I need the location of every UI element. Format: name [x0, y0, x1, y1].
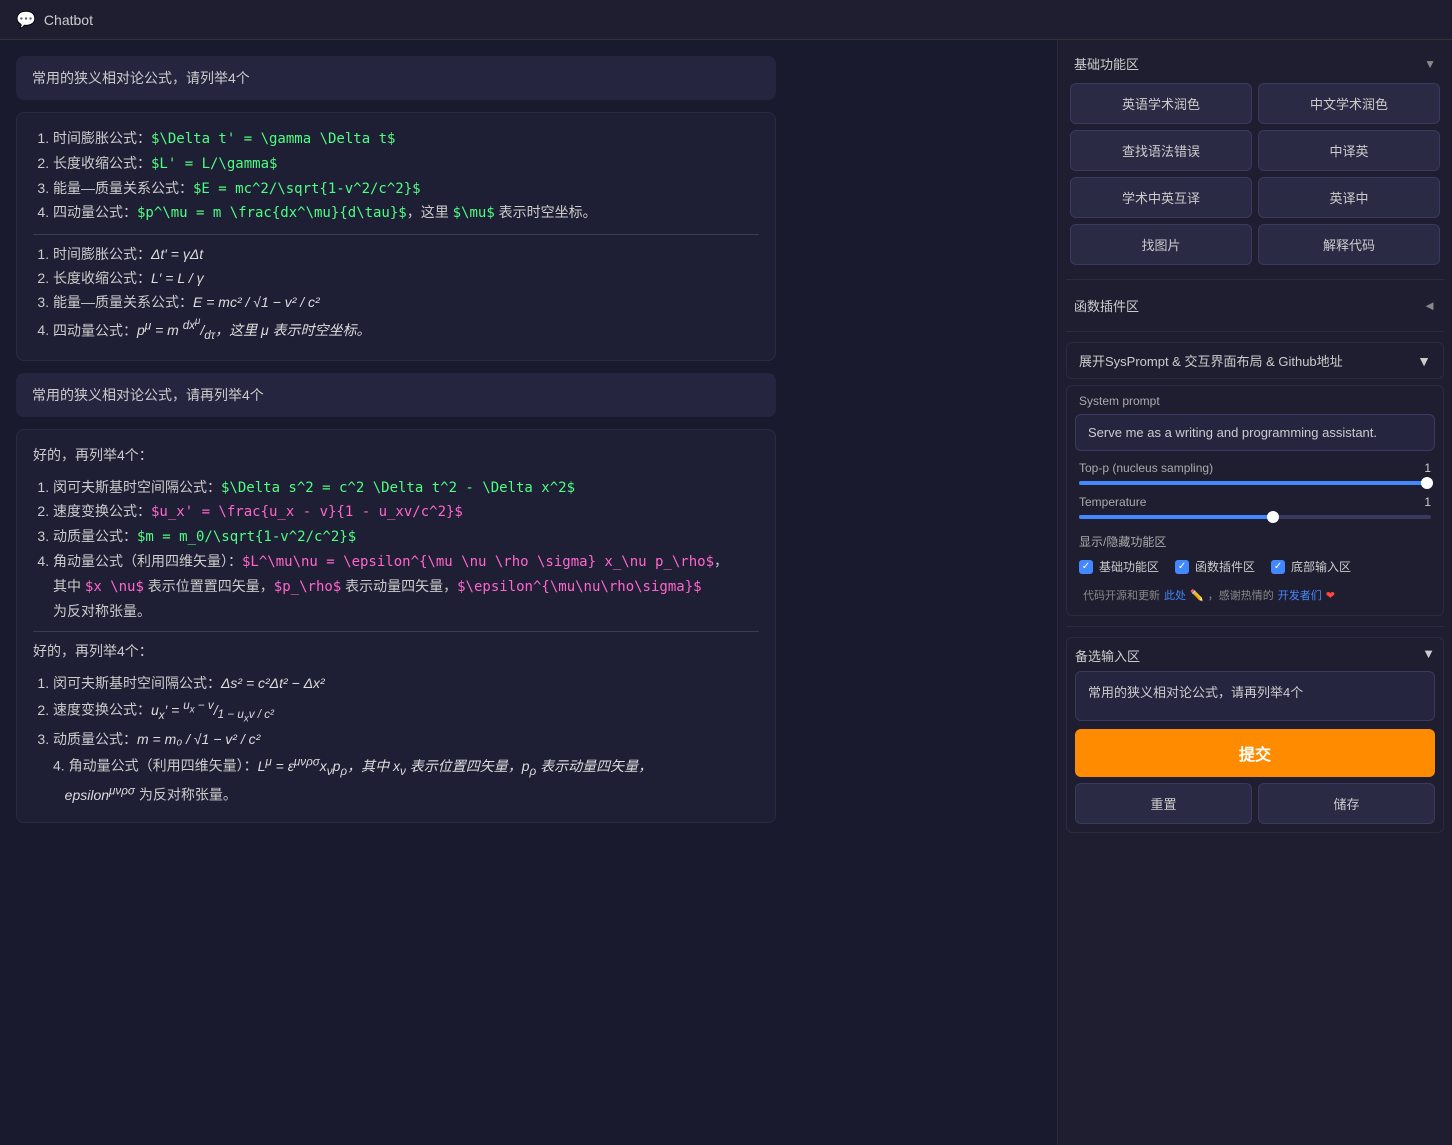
- developers-link[interactable]: 开发者们: [1278, 587, 1322, 603]
- list-item: 速度变换公式：ux′ = ux − v/1 − uxv / c²: [53, 696, 759, 728]
- visibility-label: 显示/隐藏功能区: [1079, 533, 1431, 550]
- basic-func-grid: 英语学术润色 中文学术润色 查找语法错误 中译英 学术中英互译 英译中 找图片 …: [1066, 79, 1444, 269]
- btn-grammar[interactable]: 查找语法错误: [1070, 130, 1252, 171]
- list-item: 长度收缩公式：$L' = L/\gamma$: [53, 152, 759, 177]
- btn-en-to-cn[interactable]: 英译中: [1258, 177, 1440, 218]
- list-item: 长度收缩公式：L′ = L / γ: [53, 267, 759, 291]
- checkbox-bottom-box[interactable]: ✓: [1271, 560, 1285, 574]
- list-item: 四动量公式：$p^\mu = m \frac{dx^\mu}{d\tau}$，这…: [53, 201, 759, 226]
- sysprompt-label: System prompt: [1075, 394, 1435, 408]
- assistant-message-2: 好的，再列举4个： 闵可夫斯基时空间隔公式：$\Delta s^2 = c^2 …: [16, 429, 776, 823]
- list-item: 闵可夫斯基时空间隔公式：$\Delta s^2 = c^2 \Delta t^2…: [53, 476, 759, 501]
- list-item: 4. 角动量公式（利用四维矢量）：Lμ = εμνρσxνpρ，其中 xν 表示…: [33, 752, 759, 808]
- list-item: 能量—质量关系公式：E = mc² / √1 − v² / c²: [53, 291, 759, 315]
- sysprompt-value[interactable]: Serve me as a writing and programming as…: [1075, 414, 1435, 451]
- plugin-arrow: ◄: [1423, 298, 1436, 313]
- temperature-row: Temperature 1: [1075, 495, 1435, 509]
- checkbox-bottom[interactable]: ✓ 底部输入区: [1271, 558, 1351, 575]
- basic-func-section: 基础功能区 ▼ 英语学术润色 中文学术润色 查找语法错误 中译英 学术中英互译 …: [1066, 48, 1444, 269]
- list-item: 能量—质量关系公式：$E = mc^2/\sqrt{1-v^2/c^2}$: [53, 177, 759, 202]
- source-link[interactable]: 此处: [1164, 587, 1186, 603]
- list-item: 角动量公式（利用四维矢量）：$L^\mu\nu = \epsilon^{\mu …: [53, 550, 759, 623]
- checkbox-basic-box[interactable]: ✓: [1079, 560, 1093, 574]
- top-p-row: Top-p (nucleus sampling) 1: [1075, 461, 1435, 475]
- alt-input-header[interactable]: 备选输入区 ▼: [1075, 646, 1435, 665]
- alt-input-section: 备选输入区 ▼ 常用的狭义相对论公式，请再列举4个 提交 重置 储存: [1066, 637, 1444, 833]
- btn-cn-to-en[interactable]: 中译英: [1258, 130, 1440, 171]
- temperature-slider[interactable]: [1075, 515, 1435, 519]
- checkbox-row: ✓ 基础功能区 ✓ 函数插件区 ✓ 底部输入区: [1079, 558, 1431, 575]
- chat-area[interactable]: 常用的狭义相对论公式，请列举4个 时间膨胀公式：$\Delta t' = \ga…: [0, 40, 1057, 1145]
- chatbot-icon: 💬: [16, 10, 36, 30]
- heart-icon: ❤: [1326, 589, 1335, 602]
- assistant-message-1: 时间膨胀公式：$\Delta t' = \gamma \Delta t$ 长度收…: [16, 112, 776, 361]
- list-item: 时间膨胀公式：Δt′ = γΔt: [53, 243, 759, 267]
- checkbox-plugin-box[interactable]: ✓: [1175, 560, 1189, 574]
- sidebar: 基础功能区 ▼ 英语学术润色 中文学术润色 查找语法错误 中译英 学术中英互译 …: [1057, 40, 1452, 1145]
- checkbox-plugin[interactable]: ✓ 函数插件区: [1175, 558, 1255, 575]
- checkbox-basic[interactable]: ✓ 基础功能区: [1079, 558, 1159, 575]
- top-p-value: 1: [1411, 461, 1431, 475]
- list-item: 四动量公式：pμ = m dxμ/dτ，这里 μ 表示时空坐标。: [53, 315, 759, 346]
- submit-button[interactable]: 提交: [1075, 729, 1435, 777]
- sysprompt-section: System prompt Serve me as a writing and …: [1066, 385, 1444, 616]
- user-message-1: 常用的狭义相对论公式，请列举4个: [16, 56, 776, 100]
- top-p-label: Top-p (nucleus sampling): [1079, 461, 1213, 475]
- list-item: 闵可夫斯基时空间隔公式：Δs² = c²Δt² − Δx²: [53, 672, 759, 696]
- basic-func-header[interactable]: 基础功能区 ▼: [1066, 48, 1444, 79]
- top-p-slider[interactable]: [1075, 481, 1435, 485]
- plugin-section[interactable]: 函数插件区 ◄: [1066, 290, 1444, 321]
- reset-button[interactable]: 重置: [1075, 783, 1252, 824]
- temperature-value: 1: [1411, 495, 1431, 509]
- list-item: 动质量公式：m = m₀ / √1 − v² / c²: [53, 728, 759, 752]
- btn-academic-translate[interactable]: 学术中英互译: [1070, 177, 1252, 218]
- btn-cn-academic[interactable]: 中文学术润色: [1258, 83, 1440, 124]
- temperature-label: Temperature: [1079, 495, 1146, 509]
- user-message-2: 常用的狭义相对论公式，请再列举4个: [16, 373, 776, 417]
- list-item: 动质量公式：$m = m_0/\sqrt{1-v^2/c^2}$: [53, 525, 759, 550]
- bottom-buttons: 重置 储存: [1075, 783, 1435, 824]
- btn-explain-code[interactable]: 解释代码: [1258, 224, 1440, 265]
- list-item: 时间膨胀公式：$\Delta t' = \gamma \Delta t$: [53, 127, 759, 152]
- visibility-section: 显示/隐藏功能区 ✓ 基础功能区 ✓ 函数插件区 ✓ 底部输入区: [1075, 529, 1435, 583]
- app-title: Chatbot: [44, 12, 93, 28]
- btn-en-academic[interactable]: 英语学术润色: [1070, 83, 1252, 124]
- footer-links: 代码开源和更新 此处 ✏️ ，感谢热情的 开发者们 ❤: [1075, 583, 1435, 607]
- expand-sysprompt-header[interactable]: 展开SysPrompt & 交互界面布局 & Github地址 ▼: [1066, 342, 1444, 379]
- store-button[interactable]: 储存: [1258, 783, 1435, 824]
- top-bar: 💬 Chatbot: [0, 0, 1452, 40]
- btn-find-image[interactable]: 找图片: [1070, 224, 1252, 265]
- basic-func-arrow: ▼: [1424, 57, 1436, 71]
- alt-input-value[interactable]: 常用的狭义相对论公式，请再列举4个: [1075, 671, 1435, 721]
- list-item: 速度变换公式：$u_x' = \frac{u_x - v}{1 - u_xv/c…: [53, 500, 759, 525]
- main-layout: 常用的狭义相对论公式，请列举4个 时间膨胀公式：$\Delta t' = \ga…: [0, 40, 1452, 1145]
- alt-input-arrow: ▼: [1422, 646, 1435, 665]
- expand-arrow: ▼: [1417, 353, 1431, 369]
